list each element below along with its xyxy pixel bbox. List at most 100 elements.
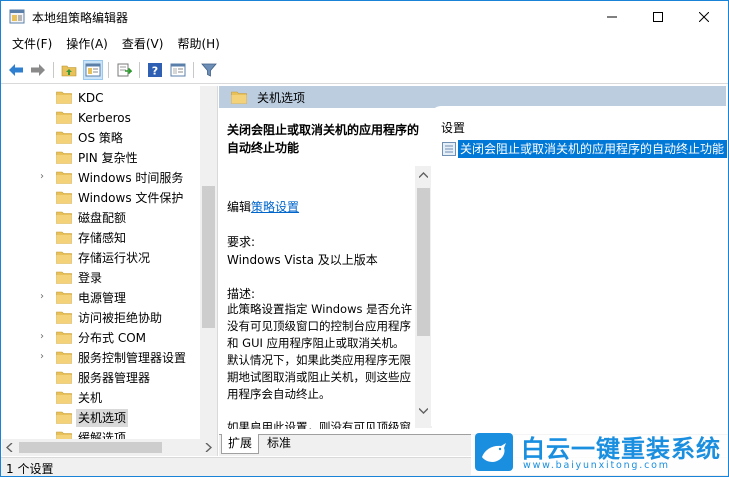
folder-icon [56,311,72,324]
forward-arrow-icon [31,64,45,76]
properties-button[interactable] [168,60,188,80]
status-text: 1 个设置 [6,462,54,476]
tree-item[interactable]: › 服务控制管理器设置 [2,348,200,368]
tab-extended[interactable]: 扩展 [221,434,260,454]
tree-item[interactable]: 存储运行状况 [2,248,200,268]
tree-item[interactable]: 存储感知 [2,228,200,248]
folder-icon [231,91,247,104]
back-arrow-icon [9,64,23,76]
console-tree-icon [85,63,101,77]
menu-file[interactable]: 文件(F) [5,33,59,55]
folder-icon [56,351,72,364]
filter-icon [201,63,217,77]
up-folder-button[interactable] [59,60,79,80]
policy-description: 关闭会阻止或取消关机的应用程序的自动终止功能 编辑策略设置 要求: Window… [219,109,433,429]
export-list-icon [117,63,132,77]
menu-view[interactable]: 查看(V) [115,33,171,55]
help-button[interactable]: ? [145,60,165,80]
app-window: 本地组策略编辑器 文件(F) 操作(A) 查看(V) 帮助(H) ? KDC K… [0,0,729,477]
bird-logo-icon [475,433,513,471]
folder-icon [56,191,72,204]
menu-action[interactable]: 操作(A) [59,33,115,55]
settings-column-header[interactable]: 设置 [441,119,465,136]
expand-chevron-icon[interactable]: › [40,171,44,182]
show-hide-tree-button[interactable] [83,60,103,80]
tree-item[interactable]: PIN 复杂性 [2,148,200,168]
tree-item[interactable]: Kerberos [2,108,200,128]
folder-icon [56,171,72,184]
tree-item[interactable]: 登录 [2,268,200,288]
tree-item[interactable]: 关机选项 [2,408,200,428]
minimize-button[interactable] [589,1,635,32]
tree-item-label: OS 策略 [78,131,123,145]
folder-icon [56,371,72,384]
svg-text:?: ? [152,65,158,78]
back-button[interactable] [6,60,26,80]
tab-standard[interactable]: 标准 [261,434,297,454]
forward-button[interactable] [28,60,48,80]
tree-vertical-scrollbar[interactable] [200,86,217,439]
folder-icon [56,151,72,164]
folder-icon [56,411,72,424]
policy-setting-icon [442,142,456,156]
tree-item-label: 电源管理 [78,291,127,305]
folder-icon [56,131,72,144]
folder-icon [56,211,72,224]
watermark-url: www.baiyunxitong.com [523,460,670,471]
tree-item[interactable]: 磁盘配额 [2,208,200,228]
tree-scroll-thumb[interactable] [202,186,215,328]
tree-item[interactable]: › Windows 时间服务 [2,168,200,188]
tree-item-label: 关机 [78,391,103,405]
folder-icon [56,231,72,244]
expand-chevron-icon[interactable]: › [40,351,44,362]
console-tree: KDC Kerberos OS 策略 PIN 复杂性 › Windows 时间服务 Wind… [2,86,218,456]
description-scrollbar[interactable] [415,166,432,428]
folder-icon [56,91,72,104]
description-heading: 描述: [227,287,256,301]
filter-button[interactable] [199,60,219,80]
tree-horizontal-scrollbar[interactable] [2,439,217,456]
tree-item[interactable]: › 电源管理 [2,288,200,308]
folder-icon [56,251,72,264]
edit-policy-line: 编辑策略设置 [227,198,299,215]
policy-title: 关闭会阻止或取消关机的应用程序的自动终止功能 [227,123,420,155]
menu-help[interactable]: 帮助(H) [170,33,226,55]
edit-prefix: 编辑 [227,200,252,214]
edit-policy-link[interactable]: 策略设置 [251,200,299,214]
tree-item[interactable]: Windows 文件保护 [2,188,200,208]
tree-item[interactable]: 服务器管理器 [2,368,200,388]
help-icon: ? [148,63,162,78]
scroll-up-icon[interactable] [419,172,428,178]
settings-row-label: 关闭会阻止或取消关机的应用程序的自动终止功能 [458,140,728,158]
folder-icon [56,331,72,344]
close-button[interactable] [681,1,727,32]
window-title: 本地组策略编辑器 [32,11,129,25]
export-list-button[interactable] [114,60,134,80]
title-bar: 本地组策略编辑器 [1,1,728,32]
tree-item[interactable]: 访问被拒绝协助 [2,308,200,328]
menu-bar: 文件(F) 操作(A) 查看(V) 帮助(H) [1,33,728,55]
expand-chevron-icon[interactable]: › [40,291,44,302]
scroll-left-icon[interactable] [6,443,14,452]
scroll-right-icon[interactable] [204,443,212,452]
folder-icon [56,271,72,284]
tree-item[interactable]: KDC [2,88,200,108]
tree-item[interactable]: OS 策略 [2,128,200,148]
folder-up-icon [61,65,77,77]
tree-item-label: 登录 [78,271,103,285]
tree-item-label: Windows 文件保护 [78,191,184,205]
expand-chevron-icon[interactable]: › [40,331,44,342]
policy-editor-icon [9,9,25,24]
tree-item-label: 存储感知 [78,231,127,245]
tree-item-label: 服务器管理器 [78,371,151,385]
scroll-down-icon[interactable] [419,408,428,414]
details-title: 关机选项 [257,91,306,105]
tree-item[interactable]: › 分布式 COM [2,328,200,348]
tree-hscroll-thumb[interactable] [19,442,162,453]
requirements-heading: 要求: [227,235,256,249]
tree-item[interactable]: 关机 [2,388,200,408]
description-scroll-thumb[interactable] [417,188,430,336]
maximize-button[interactable] [635,1,681,32]
settings-row[interactable]: 关闭会阻止或取消关机的应用程序的自动终止功能 [439,140,728,158]
close-icon [699,11,709,22]
